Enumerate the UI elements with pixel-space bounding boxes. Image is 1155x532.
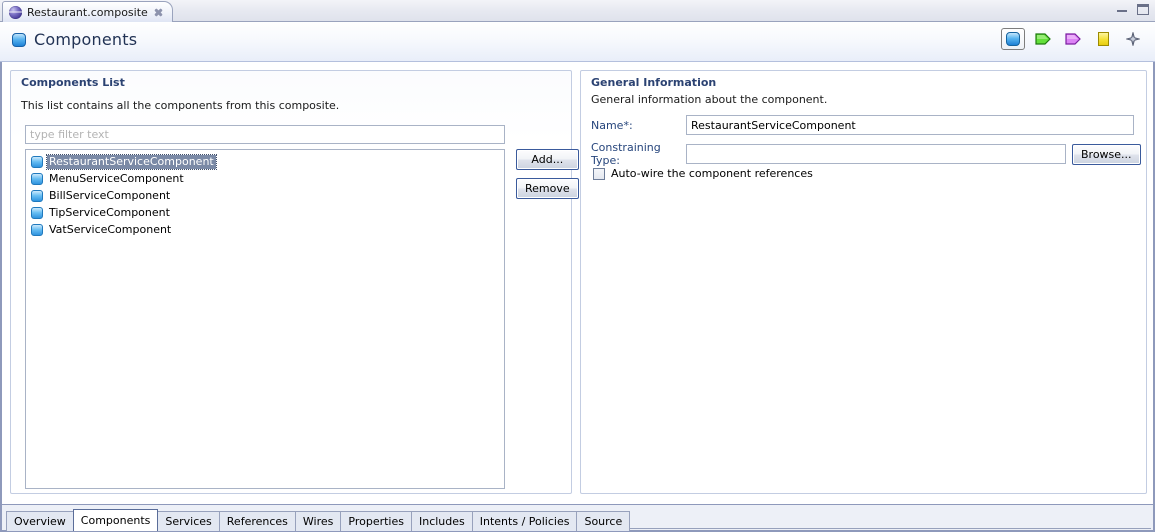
components-list-title: Components List xyxy=(21,76,125,89)
component-icon xyxy=(31,206,43,219)
tab-intents-policies[interactable]: Intents / Policies xyxy=(471,511,578,531)
globe-icon xyxy=(9,5,22,19)
purple-pennant-icon xyxy=(1065,33,1081,45)
component-icon xyxy=(31,189,43,202)
autowire-checkbox[interactable] xyxy=(593,167,605,180)
page-title: Components xyxy=(34,30,138,49)
name-label: Name*: xyxy=(591,118,633,132)
constraining-type-row: Constraining Type: Browse... xyxy=(591,141,1141,167)
constraining-type-field[interactable] xyxy=(686,144,1066,164)
editor-tab-strip: Restaurant.composite xyxy=(0,0,1155,22)
form-header: Components xyxy=(0,22,1155,62)
editor-body: Components List This list contains all t… xyxy=(0,62,1155,504)
yellow-square-icon xyxy=(1097,32,1109,46)
component-icon xyxy=(31,223,43,236)
tab-properties[interactable]: Properties xyxy=(340,511,412,531)
tab-includes[interactable]: Includes xyxy=(410,511,473,531)
page-title-group: Components xyxy=(12,30,137,49)
window-buttons xyxy=(1117,4,1149,15)
components-listbox[interactable]: RestaurantServiceComponent MenuServiceCo… xyxy=(25,149,505,489)
component-icon xyxy=(31,172,43,185)
intent-tool-button[interactable] xyxy=(1121,28,1145,50)
general-information-title: General Information xyxy=(591,76,717,89)
tab-overview[interactable]: Overview xyxy=(6,511,74,531)
list-item-label: TipServiceComponent xyxy=(49,205,170,219)
maximize-button[interactable] xyxy=(1137,4,1149,15)
blue-rounded-square-icon xyxy=(1006,32,1020,46)
tab-services[interactable]: Services xyxy=(157,511,220,531)
list-item[interactable]: BillServiceComponent xyxy=(26,187,504,204)
service-tool-button[interactable] xyxy=(1031,28,1055,50)
tab-source[interactable]: Source xyxy=(576,511,631,531)
component-icon xyxy=(31,155,43,168)
list-item[interactable]: RestaurantServiceComponent xyxy=(26,153,504,170)
general-information-description: General information about the component. xyxy=(591,93,828,106)
list-item[interactable]: MenuServiceComponent xyxy=(26,170,504,187)
tab-wires[interactable]: Wires xyxy=(294,511,342,531)
autowire-label: Auto-wire the component references xyxy=(611,167,813,180)
bottom-tabs: Overview Components Services References … xyxy=(6,509,631,531)
bottom-tab-bar: Overview Components Services References … xyxy=(0,504,1155,532)
filter-input[interactable] xyxy=(25,125,505,144)
minimize-button[interactable] xyxy=(1117,4,1127,12)
component-tool-button[interactable] xyxy=(1001,28,1025,50)
tab-references[interactable]: References xyxy=(218,511,296,531)
tab-components[interactable]: Components xyxy=(72,509,159,531)
autowire-row[interactable]: Auto-wire the component references xyxy=(593,167,813,180)
list-item-label: RestaurantServiceComponent xyxy=(46,153,217,170)
name-row: Name*: xyxy=(591,115,1134,135)
list-item-label: BillServiceComponent xyxy=(49,188,171,202)
list-buttons: Add... Remove xyxy=(516,149,579,199)
green-pennant-icon xyxy=(1035,33,1051,45)
general-information-section: General Information General information … xyxy=(580,70,1147,494)
component-icon xyxy=(12,32,26,47)
browse-button[interactable]: Browse... xyxy=(1072,143,1141,165)
list-item-label: VatServiceComponent xyxy=(49,222,172,236)
remove-button[interactable]: Remove xyxy=(516,178,579,199)
list-item[interactable]: VatServiceComponent xyxy=(26,221,504,238)
list-item[interactable]: TipServiceComponent xyxy=(26,204,504,221)
constraining-type-label: Constraining Type: xyxy=(591,141,661,167)
list-item-label: MenuServiceComponent xyxy=(49,171,184,185)
header-toolbar xyxy=(1001,28,1145,50)
components-list-description: This list contains all the components fr… xyxy=(21,99,340,112)
editor-window: Restaurant.composite Components Componen… xyxy=(0,0,1155,532)
editor-tab-restaurant-composite[interactable]: Restaurant.composite xyxy=(2,1,173,22)
four-point-star-icon xyxy=(1124,30,1142,48)
property-tool-button[interactable] xyxy=(1091,28,1115,50)
add-button[interactable]: Add... xyxy=(516,149,579,170)
name-field[interactable] xyxy=(686,115,1134,135)
editor-tab-label: Restaurant.composite xyxy=(27,5,148,19)
components-list-section: Components List This list contains all t… xyxy=(10,70,579,494)
close-icon[interactable] xyxy=(153,7,164,18)
reference-tool-button[interactable] xyxy=(1061,28,1085,50)
